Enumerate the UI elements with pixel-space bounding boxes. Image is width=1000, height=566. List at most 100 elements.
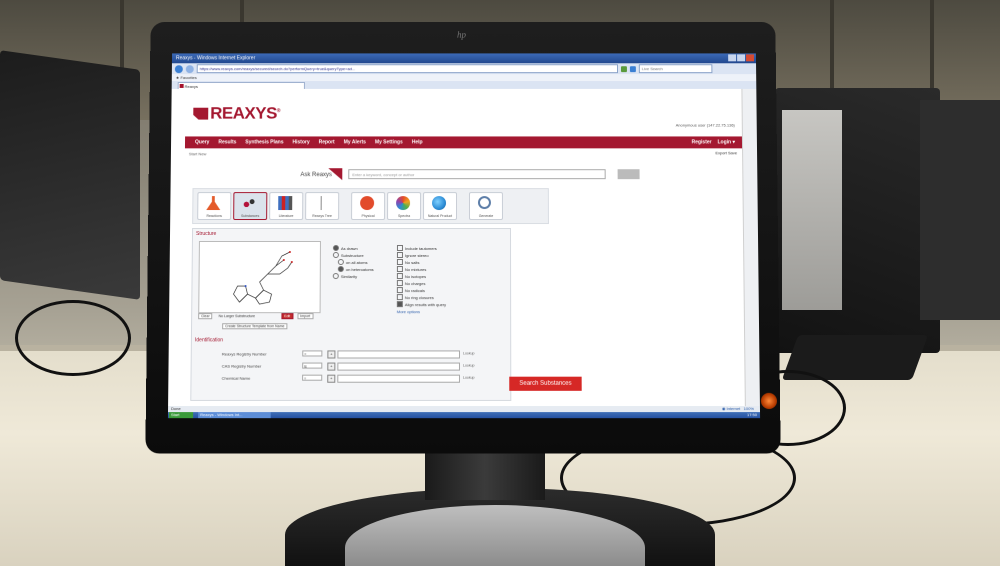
cas-registry-number-input[interactable] [337,362,460,371]
filter-label: No salts [404,260,420,266]
import-structure-button[interactable]: Import [297,313,314,320]
refresh-icon[interactable] [629,65,636,72]
add-row-icon[interactable]: + [327,350,336,359]
login-link[interactable]: Login ▾ [718,139,736,145]
radio-icon[interactable] [337,259,344,266]
identification-title: Identification [194,337,224,344]
power-button[interactable] [760,392,778,410]
query-literature-button[interactable]: Literature [269,192,304,221]
ident-row-label: CAS Registry Number [221,363,262,369]
url-input[interactable]: https://www.reaxys.com/reaxys/secured/se… [196,64,619,74]
close-button[interactable] [745,54,755,62]
lookup-link[interactable]: Lookup [463,364,475,368]
taskbar-item-reaxys[interactable]: Reaxys - Windows Int... [198,412,271,419]
checkbox-icon[interactable] [396,301,403,308]
query-physical-button[interactable]: Physical [351,192,386,221]
menu-report[interactable]: Report [319,139,335,145]
add-row-icon[interactable]: + [327,362,336,371]
no-larger-substructure-option[interactable]: No Larger Substructure [217,314,258,318]
structure-drawing-area[interactable] [198,240,321,314]
reaxys-logo[interactable]: REAXYS® [193,104,280,124]
zoom-level[interactable]: 100% [744,406,754,411]
menu-history[interactable]: History [292,139,309,145]
checkbox-icon[interactable] [396,280,403,287]
minimize-button[interactable] [728,54,737,62]
query-physical-label: Physical [361,214,375,219]
clear-button[interactable]: Clear [198,313,213,320]
filter-no-radicals[interactable]: No radicals [396,287,446,294]
tab-bar: Reaxys [171,81,757,90]
lookup-link[interactable]: Lookup [463,351,475,355]
lock-icon[interactable] [620,65,627,72]
radio-icon[interactable] [332,252,339,259]
window-title: Reaxys - Windows Internet Explorer [175,55,256,62]
query-reactions-button[interactable]: Reactions [197,192,232,221]
edit-structure-button[interactable]: Edit [281,313,294,320]
export-button[interactable]: Export [715,150,727,155]
reaxys-registry-number-input[interactable] [337,350,460,359]
checkbox-icon[interactable] [396,294,403,301]
checkbox-icon[interactable] [396,252,403,259]
query-substances-label: Substances [240,214,260,219]
menu-help[interactable]: Help [412,139,423,145]
create-structure-template-button[interactable]: Create Structure Template from Name [222,323,288,330]
query-substances-button[interactable]: Substances [233,192,268,221]
start-button[interactable]: Start [168,412,194,419]
register-link[interactable]: Register [692,139,712,145]
menu-synthesis-plans[interactable]: Synthesis Plans [245,139,283,145]
add-row-icon[interactable]: + [327,374,336,383]
chemical-name-input[interactable] [337,374,460,383]
checkbox-icon[interactable] [396,273,403,280]
zone-label: Internet [726,406,741,412]
live-search-input[interactable]: Live Search [638,64,713,74]
menu-my-alerts[interactable]: My Alerts [344,139,366,145]
ask-reaxys-input[interactable]: Enter a keyword, concept or author [348,169,606,180]
search-substances-button[interactable]: Search Substances [509,376,582,391]
filter-no-isotopes[interactable]: No isotopes [396,273,446,280]
option-similarity[interactable]: Similarity [332,273,374,280]
option-on-all-atoms[interactable]: on all atoms [333,259,374,266]
save-button[interactable]: Save [728,150,737,155]
ident-row-operator[interactable]: is [302,362,323,369]
filter-no-charges[interactable]: No charges [396,280,446,287]
checkbox-icon[interactable] [396,266,403,273]
more-options-link[interactable]: More options [397,308,446,315]
filter-no-mixtures[interactable]: No mixtures [396,266,446,273]
radio-icon[interactable] [332,244,339,251]
ask-reaxys-search-button[interactable] [617,169,640,180]
filter-ignore-stereo[interactable]: Ignore stereo [396,252,446,259]
filter-align-results[interactable]: Align results with query [396,301,446,308]
page-scrollbar[interactable] [741,88,760,407]
structure-title: Structure [195,231,217,237]
checkbox-icon[interactable] [396,244,403,251]
maximize-button[interactable] [737,54,746,62]
checkbox-icon[interactable] [396,287,403,294]
query-spectra-button[interactable]: Spectra [387,192,422,221]
window-titlebar: Reaxys - Windows Internet Explorer [171,53,757,64]
option-as-drawn[interactable]: As drawn [332,244,374,252]
favorites-label[interactable]: Favorites [180,75,196,80]
menu-query[interactable]: Query [195,139,209,145]
forward-icon[interactable] [185,64,194,73]
back-icon[interactable] [174,64,183,73]
filter-include-tautomers[interactable]: Include tautomers [396,244,446,252]
radio-icon[interactable] [332,273,339,280]
ident-row-operator[interactable]: = [302,374,323,381]
filter-no-salts[interactable]: No salts [396,259,446,266]
query-natural-product-button[interactable]: Natural Product [423,192,458,221]
ident-row-label: Reaxys Registry Number [221,351,267,357]
checkbox-icon[interactable] [396,259,403,266]
ident-row-operator[interactable]: = [302,350,323,357]
query-reaxys-tree-button[interactable]: Reaxys Tree [305,192,340,221]
radio-icon[interactable] [337,266,344,273]
lookup-link[interactable]: Lookup [463,376,475,380]
option-substructure[interactable]: Substructure [332,252,374,259]
query-generate-button[interactable]: Generate [468,192,503,221]
query-literature-label: Literature [278,214,294,219]
start-new-link[interactable]: Start New [189,151,207,156]
menu-results[interactable]: Results [218,139,236,145]
query-spectra-label: Spectra [398,214,411,219]
filter-no-ring-closures[interactable]: No ring closures [396,294,446,301]
menu-my-settings[interactable]: My Settings [375,139,403,145]
option-on-heteroatoms[interactable]: on heteroatoms [333,266,374,273]
